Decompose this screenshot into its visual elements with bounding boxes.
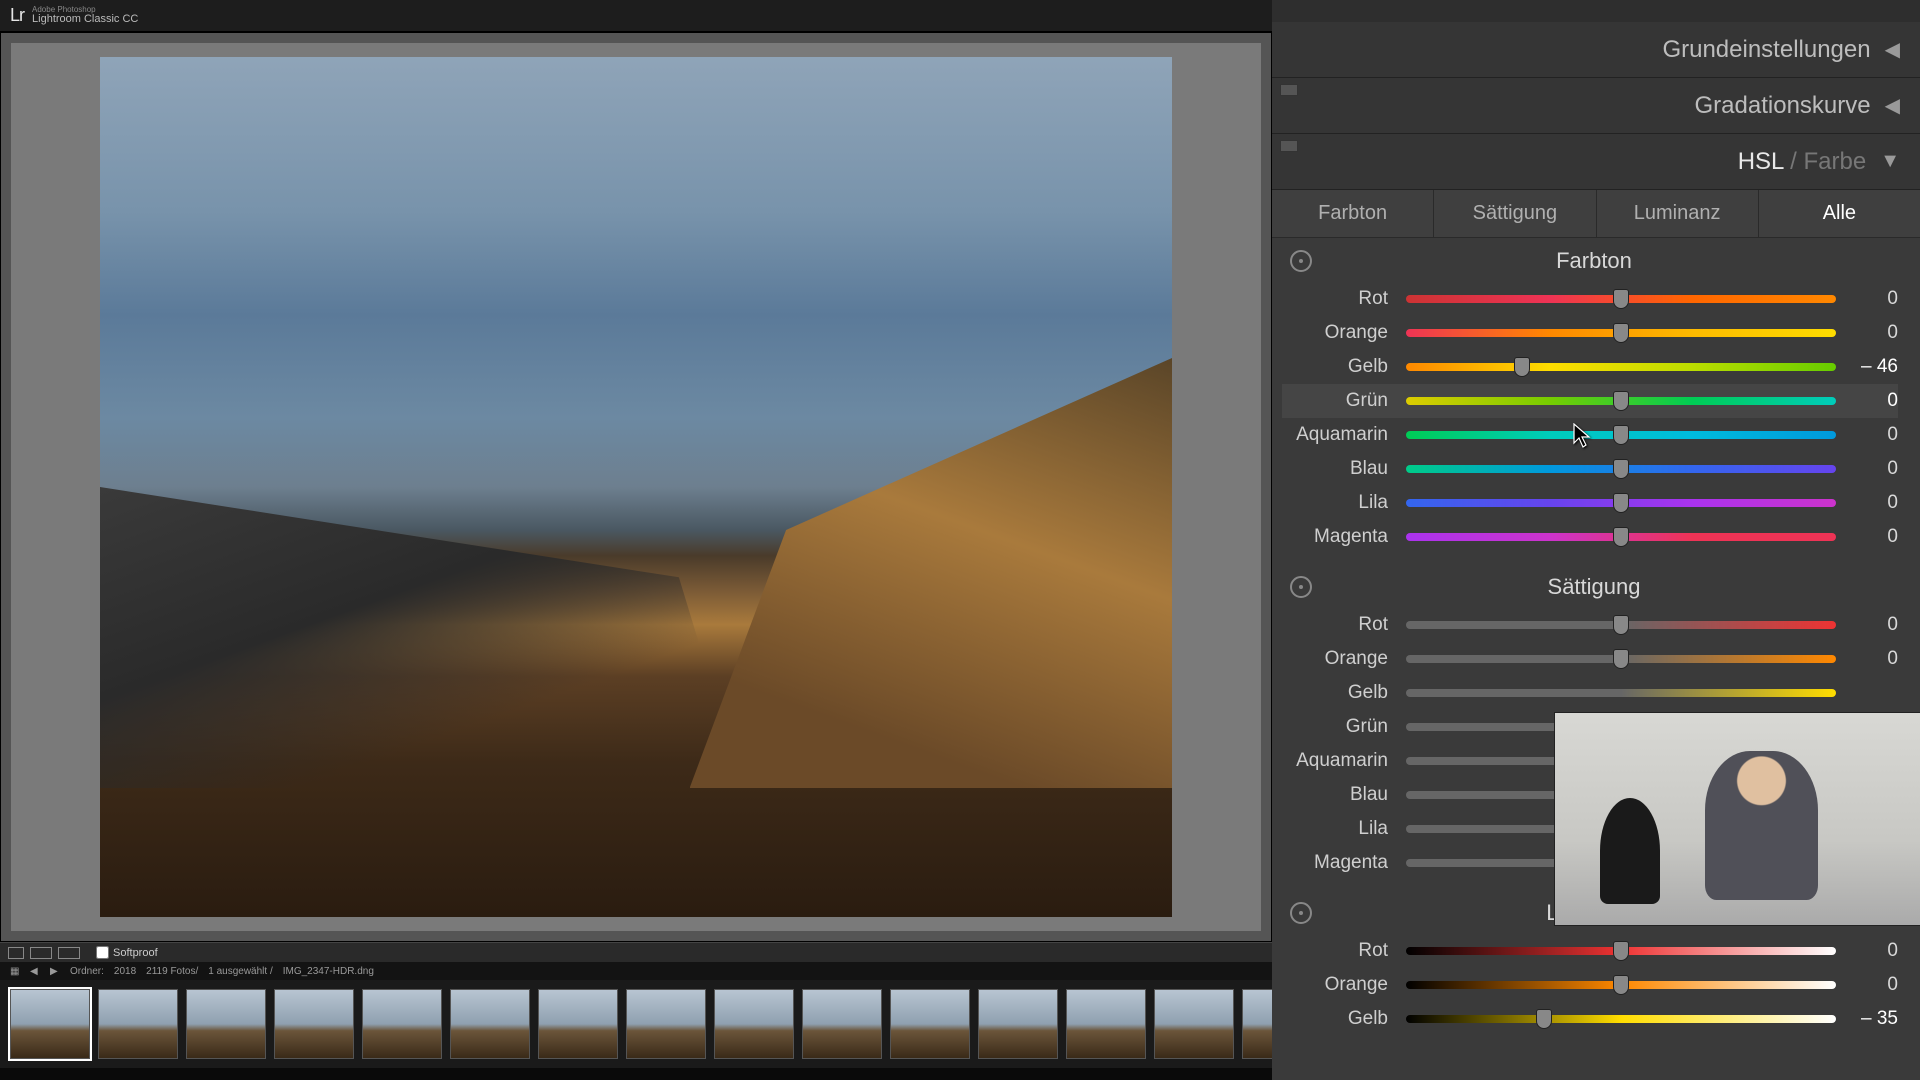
- slider-value[interactable]: 0: [1842, 390, 1898, 412]
- thumbnail[interactable]: [1066, 989, 1146, 1059]
- tab-hue[interactable]: Farbton: [1272, 190, 1434, 237]
- slider-value[interactable]: 0: [1842, 526, 1898, 548]
- hue-purple-slider[interactable]: [1406, 499, 1836, 507]
- thumbnail[interactable]: [802, 989, 882, 1059]
- thumbnail[interactable]: [1242, 989, 1272, 1059]
- thumbnail[interactable]: [274, 989, 354, 1059]
- thumbnail[interactable]: [186, 989, 266, 1059]
- slider-value[interactable]: 0: [1842, 614, 1898, 636]
- lum-yellow-slider[interactable]: [1406, 1015, 1836, 1023]
- nav-back-icon[interactable]: ◀: [30, 966, 40, 976]
- slider-label: Orange: [1282, 648, 1400, 670]
- collapse-icon: ◀: [1885, 93, 1900, 118]
- slider-label: Blau: [1282, 784, 1400, 806]
- softproof-checkbox[interactable]: [96, 946, 109, 959]
- preview-image[interactable]: [100, 57, 1172, 917]
- sat-orange-slider[interactable]: [1406, 655, 1836, 663]
- targeted-adjust-icon[interactable]: [1290, 902, 1312, 924]
- canvas-area[interactable]: [0, 32, 1272, 942]
- slider-value[interactable]: – 46: [1842, 356, 1898, 378]
- main-viewport: Lr Adobe Photoshop Lightroom Classic CC …: [0, 0, 1272, 1080]
- collapse-icon: ◀: [1885, 37, 1900, 62]
- hsl-tabs: Farbton Sättigung Luminanz Alle: [1272, 190, 1920, 238]
- panel-enable-toggle[interactable]: [1280, 84, 1298, 96]
- view-mode-split-icon[interactable]: [58, 947, 80, 959]
- tab-saturation[interactable]: Sättigung: [1434, 190, 1596, 237]
- slider-label: Magenta: [1282, 526, 1400, 548]
- view-mode-before-after-icon[interactable]: [30, 947, 52, 959]
- slider-value[interactable]: – 35: [1842, 1008, 1898, 1030]
- slider-label: Rot: [1282, 614, 1400, 636]
- slider-label: Aquamarin: [1282, 750, 1400, 772]
- panel-enable-toggle[interactable]: [1280, 140, 1298, 152]
- nav-fwd-icon[interactable]: ▶: [50, 966, 60, 976]
- slider-value[interactable]: 0: [1842, 648, 1898, 670]
- section-hue-title: Farbton: [1338, 248, 1898, 274]
- hue-orange-slider[interactable]: [1406, 329, 1836, 337]
- thumbnail[interactable]: [538, 989, 618, 1059]
- hue-blue-slider[interactable]: [1406, 465, 1836, 473]
- thumbnail[interactable]: [890, 989, 970, 1059]
- thumbnail[interactable]: [626, 989, 706, 1059]
- filmstrip[interactable]: [0, 980, 1272, 1068]
- slider-label: Orange: [1282, 974, 1400, 996]
- section-hue: Farbton Rot 0 Orange 0 Gelb – 46 Grün 0 Aqua…: [1272, 238, 1920, 564]
- slider-label: Gelb: [1282, 1008, 1400, 1030]
- slider-value[interactable]: 0: [1842, 322, 1898, 344]
- slider-label: Aquamarin: [1282, 424, 1400, 446]
- expand-icon: ▼: [1880, 150, 1900, 173]
- app-title: Adobe Photoshop Lightroom Classic CC: [32, 6, 138, 25]
- slider-label: Magenta: [1282, 852, 1400, 874]
- webcam-overlay: [1554, 712, 1920, 926]
- slider-label: Gelb: [1282, 682, 1400, 704]
- slider-label: Gelb: [1282, 356, 1400, 378]
- tab-luminance[interactable]: Luminanz: [1597, 190, 1759, 237]
- filmstrip-info-bar: ▦ ◀ ▶ Ordner: 2018 2119 Fotos/ 1 ausgewä…: [0, 962, 1272, 980]
- slider-label: Blau: [1282, 458, 1400, 480]
- thumbnail[interactable]: [10, 989, 90, 1059]
- view-toolbar: Softproof: [0, 942, 1272, 962]
- panel-basic-header[interactable]: Grundeinstellungen ◀: [1272, 22, 1920, 78]
- grid-icon[interactable]: ▦: [10, 966, 20, 976]
- sat-red-slider[interactable]: [1406, 621, 1836, 629]
- slider-value[interactable]: 0: [1842, 288, 1898, 310]
- hue-red-slider[interactable]: [1406, 295, 1836, 303]
- sat-yellow-slider[interactable]: [1406, 689, 1836, 697]
- lum-orange-slider[interactable]: [1406, 981, 1836, 989]
- section-sat-title: Sättigung: [1338, 574, 1898, 600]
- slider-value[interactable]: 0: [1842, 424, 1898, 446]
- slider-value[interactable]: 0: [1842, 458, 1898, 480]
- targeted-adjust-icon[interactable]: [1290, 576, 1312, 598]
- slider-value[interactable]: 0: [1842, 940, 1898, 962]
- thumbnail[interactable]: [362, 989, 442, 1059]
- thumbnail[interactable]: [978, 989, 1058, 1059]
- titlebar: Lr Adobe Photoshop Lightroom Classic CC: [0, 0, 1272, 32]
- slider-label: Grün: [1282, 390, 1400, 412]
- slider-label: Lila: [1282, 818, 1400, 840]
- slider-label: Grün: [1282, 716, 1400, 738]
- slider-label: Lila: [1282, 492, 1400, 514]
- targeted-adjust-icon[interactable]: [1290, 250, 1312, 272]
- hue-yellow-slider[interactable]: [1406, 363, 1836, 371]
- hue-magenta-slider[interactable]: [1406, 533, 1836, 541]
- tab-all[interactable]: Alle: [1759, 190, 1920, 237]
- thumbnail[interactable]: [98, 989, 178, 1059]
- lum-red-slider[interactable]: [1406, 947, 1836, 955]
- app-logo: Lr: [10, 5, 24, 26]
- slider-value[interactable]: 0: [1842, 492, 1898, 514]
- hue-green-slider[interactable]: [1406, 397, 1836, 405]
- slider-label: Rot: [1282, 288, 1400, 310]
- thumbnail[interactable]: [1154, 989, 1234, 1059]
- panel-basic-title: Grundeinstellungen: [1662, 36, 1870, 64]
- view-mode-loupe-icon[interactable]: [8, 947, 24, 959]
- slider-value[interactable]: 0: [1842, 974, 1898, 996]
- thumbnail[interactable]: [714, 989, 794, 1059]
- slider-label: Rot: [1282, 940, 1400, 962]
- hue-aqua-slider[interactable]: [1406, 431, 1836, 439]
- thumbnail[interactable]: [450, 989, 530, 1059]
- softproof-label: Softproof: [113, 947, 158, 959]
- slider-label: Orange: [1282, 322, 1400, 344]
